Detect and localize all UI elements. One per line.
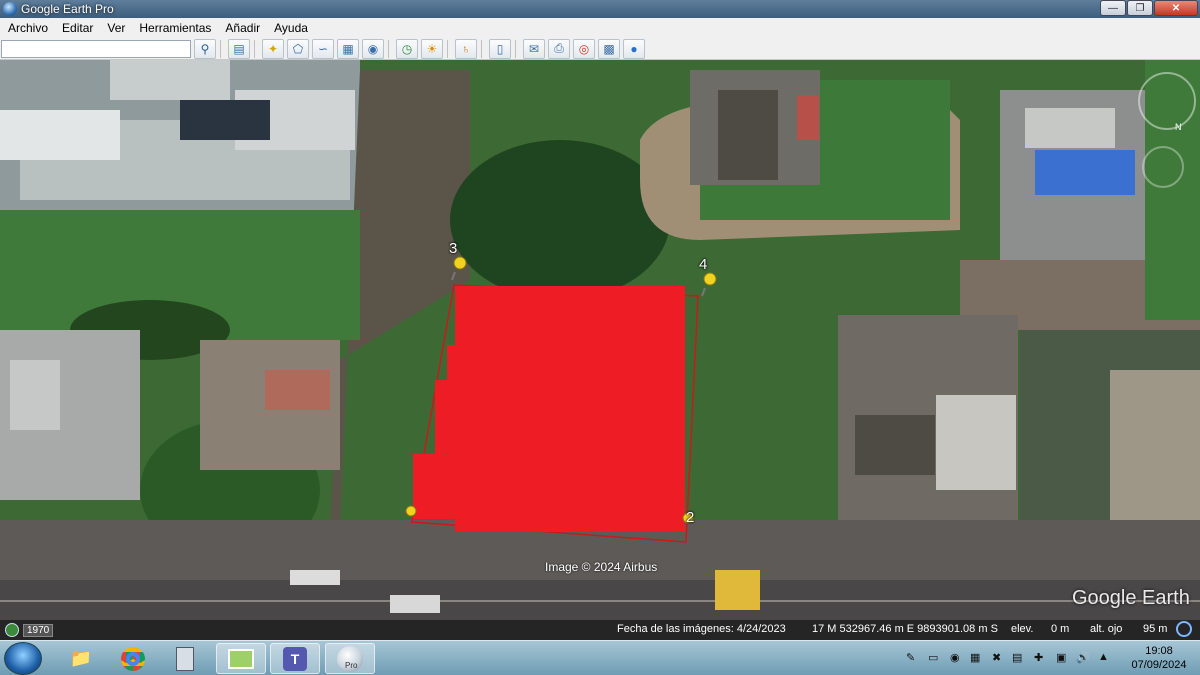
email-button[interactable]: ✉ [523, 38, 545, 59]
google-earth-pro-icon: Pro [337, 645, 363, 672]
close-button[interactable]: ✕ [1154, 0, 1198, 16]
imagery-date: Fecha de las imágenes: 4/24/2023 [617, 623, 786, 635]
tray-signal-icon[interactable]: ▲ [1098, 651, 1109, 663]
google-earth-logo: Google Earth [1072, 587, 1190, 609]
placemark-label-4[interactable]: 4 [699, 256, 707, 273]
tray-teams-icon[interactable]: ◉ [950, 651, 960, 664]
taskbar-teams[interactable]: T [270, 643, 320, 674]
folder-icon: 📁 [69, 648, 93, 668]
sidebar-icon: ▤ [233, 41, 245, 56]
path-icon: ∽ [317, 41, 329, 56]
menu-editar[interactable]: Editar [54, 21, 99, 35]
polygon-icon: ⬠ [292, 41, 304, 56]
placemark-icon: ✦ [267, 41, 279, 56]
look-joystick[interactable] [1142, 146, 1184, 188]
chrome-icon [121, 646, 145, 671]
search-button[interactable]: ⚲ [194, 38, 216, 59]
search-input[interactable] [1, 39, 191, 58]
calculator-icon [176, 646, 194, 671]
sunlight-button[interactable]: ☀ [421, 38, 443, 59]
window-controls: — ❐ ✕ [1100, 0, 1198, 16]
eye-altitude-value: 95 m [1143, 623, 1168, 635]
menu-anadir[interactable]: Añadir [217, 21, 266, 35]
map-pin-icon: ◎ [578, 41, 590, 56]
add-path-button[interactable]: ∽ [312, 38, 334, 59]
cursor-coordinates: 17 M 532967.46 m E 9893901.08 m S [812, 623, 998, 635]
ruler-button[interactable]: ▯ [489, 38, 511, 59]
record-tour-button[interactable]: ◉ [362, 38, 384, 59]
google-earth-window: Google Earth Pro — ❐ ✕ Archivo Editar Ve… [0, 0, 1200, 675]
tray-usb-icon[interactable]: ▭ [928, 651, 938, 664]
add-polygon-button[interactable]: ⬠ [287, 38, 309, 59]
taskbar-file-explorer[interactable]: 📁 [56, 643, 106, 674]
teams-icon: T [283, 646, 307, 671]
save-image-button[interactable]: ▩ [598, 38, 620, 59]
taskbar-calculator[interactable] [160, 643, 210, 674]
elevation-value: 0 m [1051, 623, 1070, 635]
print-icon: ⎙ [554, 41, 564, 55]
tray-monitor-icon[interactable]: ▣ [1056, 651, 1066, 664]
taskbar-chrome[interactable] [108, 643, 158, 674]
status-bar: 1970 Fecha de las imágenes: 4/24/2023 17… [0, 620, 1200, 640]
sun-icon: ☀ [426, 41, 438, 56]
placemark-label-2[interactable]: 2 [686, 509, 694, 526]
menu-herramientas[interactable]: Herramientas [131, 21, 217, 35]
photos-icon [228, 648, 254, 669]
minimize-button[interactable]: — [1100, 0, 1126, 16]
pro-badge: Pro [345, 660, 358, 670]
tray-pen-icon[interactable]: ✎ [906, 651, 915, 664]
add-placemark-button[interactable]: ✦ [262, 38, 284, 59]
menu-archivo[interactable]: Archivo [0, 21, 54, 35]
tray-volume-icon[interactable]: 🔊 [1076, 651, 1090, 664]
title-bar: Google Earth Pro — ❐ ✕ [0, 0, 1200, 18]
toolbar: ⚲ ▤ ✦ ⬠ ∽ ▦ ◉ ◷ ☀ ♄ ▯ ✉ ⎙ ◎ ▩ ● [0, 38, 1200, 60]
sidebar-toggle-button[interactable]: ▤ [228, 38, 250, 59]
start-button[interactable] [4, 642, 42, 675]
tray-error-icon[interactable]: ✖ [992, 651, 1001, 664]
historical-imagery-button[interactable]: ◷ [396, 38, 418, 59]
add-image-overlay-button[interactable]: ▦ [337, 38, 359, 59]
imagery-copyright: Image © 2024 Airbus [545, 560, 658, 574]
image-overlay-icon: ▦ [342, 41, 354, 56]
save-image-icon: ▩ [603, 41, 615, 56]
navigation-compass[interactable] [1138, 72, 1196, 130]
menu-ayuda[interactable]: Ayuda [266, 21, 314, 35]
google-earth-app-icon [3, 2, 17, 16]
eye-altitude-label: alt. ojo [1090, 623, 1123, 635]
historical-imagery-icon[interactable] [5, 623, 19, 637]
ruler-icon: ▯ [496, 41, 504, 56]
globe-icon: ● [630, 41, 638, 56]
google-maps-button[interactable]: ◎ [573, 38, 595, 59]
red-overlay-box [455, 286, 685, 532]
tray-network-icon[interactable]: ▦ [970, 651, 980, 664]
windows-taskbar: 📁 T Pro ✎ ▭ ◉ ▦ ✖ ▤ ✚ ▣ 🔊 ▲ 19:08 07/09/… [0, 640, 1200, 675]
earth-view-button[interactable]: ● [623, 38, 645, 59]
clock-icon: ◷ [401, 41, 413, 56]
elevation-label: elev. [1011, 623, 1034, 635]
maximize-button[interactable]: ❐ [1127, 0, 1153, 16]
taskbar-google-earth-pro[interactable]: Pro [325, 643, 375, 674]
tray-bluetooth-icon[interactable]: ✚ [1034, 651, 1043, 664]
tray-device-icon[interactable]: ▤ [1012, 651, 1022, 664]
streaming-status-icon [1176, 621, 1192, 637]
print-button[interactable]: ⎙ [548, 38, 570, 59]
placemark-pin-1[interactable] [405, 505, 417, 517]
satellite-imagery [0, 60, 1200, 640]
record-tour-icon: ◉ [367, 41, 379, 56]
map-viewport[interactable]: 3 4 2 Image © 2024 Airbus Google Earth N [0, 60, 1200, 640]
planet-icon: ♄ [461, 41, 471, 56]
search-icon: ⚲ [200, 41, 210, 56]
menu-bar: Archivo Editar Ver Herramientas Añadir A… [0, 18, 1200, 38]
switch-planet-button[interactable]: ♄ [455, 38, 477, 59]
clock-date: 07/09/2024 [1131, 659, 1187, 671]
email-icon: ✉ [528, 41, 540, 56]
clock-time: 19:08 [1145, 645, 1173, 657]
window-title: Google Earth Pro [21, 2, 114, 16]
compass-north-label: N [1175, 122, 1182, 132]
system-clock[interactable]: 19:08 07/09/2024 [1122, 644, 1196, 672]
menu-ver[interactable]: Ver [99, 21, 131, 35]
imagery-year-slider[interactable]: 1970 [23, 623, 54, 637]
placemark-label-3[interactable]: 3 [449, 240, 457, 257]
taskbar-photos[interactable] [216, 643, 266, 674]
